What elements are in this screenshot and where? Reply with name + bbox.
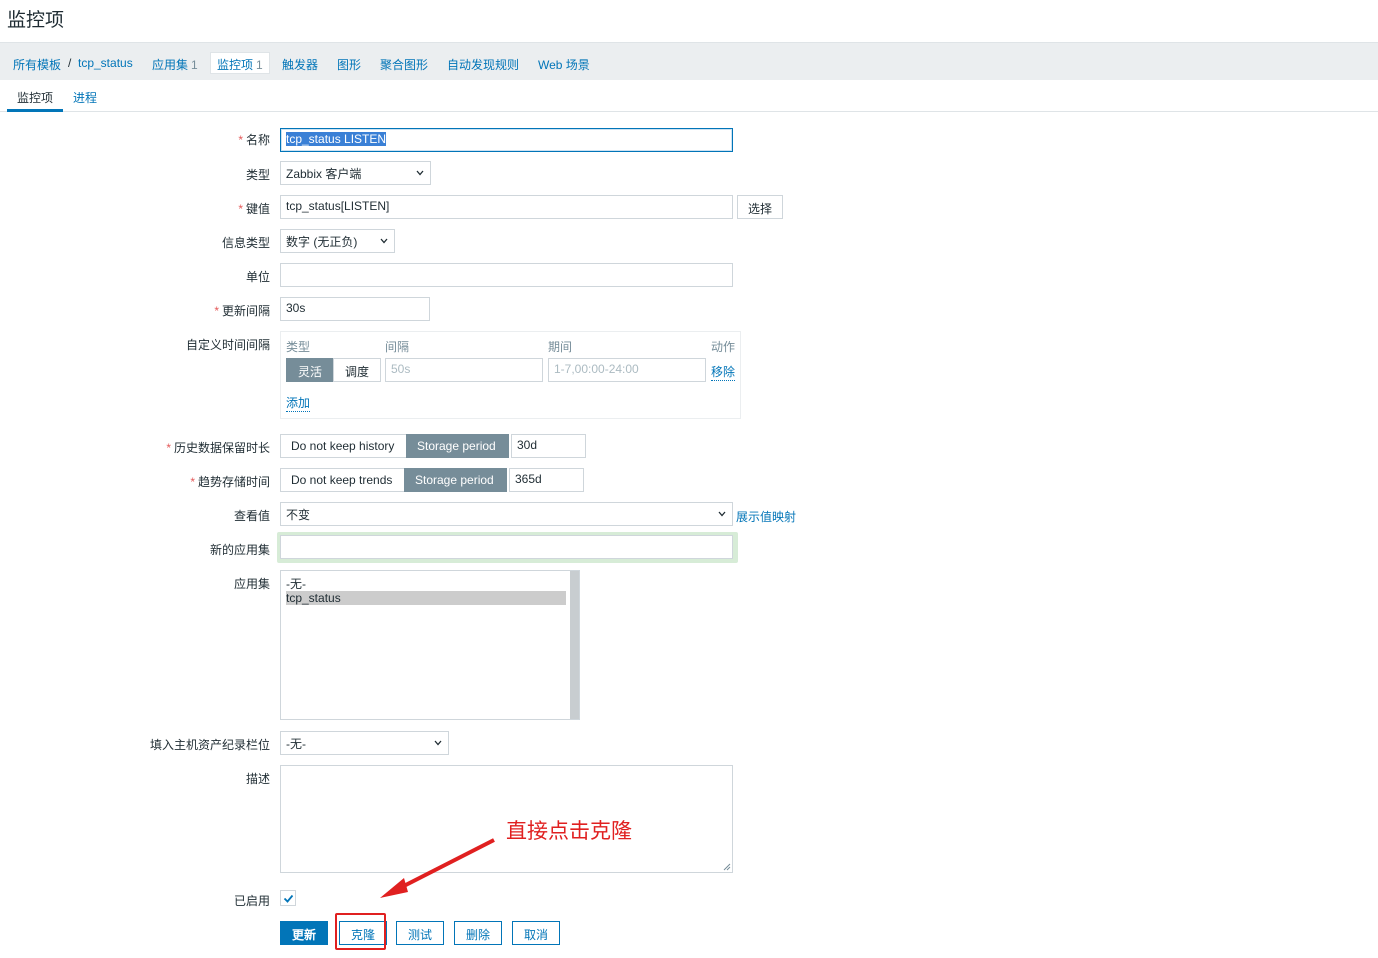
nav-all-templates[interactable]: 所有模板 <box>13 56 61 73</box>
tab-preprocessing[interactable]: 进程 <box>73 89 97 106</box>
listbox-scrollbar[interactable] <box>570 571 579 719</box>
applications-label: 应用集 <box>233 577 270 591</box>
delete-button[interactable]: 删除 <box>454 921 503 945</box>
chevron-down-icon <box>434 740 442 746</box>
key-select-button[interactable]: 选择 <box>737 195 784 219</box>
chevron-down-icon <box>718 511 726 517</box>
nav-applications[interactable]: 应用集 1 <box>152 56 198 73</box>
key-label: * 键值 <box>238 202 270 216</box>
new-app-input[interactable] <box>280 535 733 559</box>
flexible-toggle[interactable]: 灵活 <box>286 358 334 382</box>
history-label: * 历史数据保留时长 <box>166 441 270 455</box>
nav-web-scenarios[interactable]: Web 场景 <box>538 56 590 73</box>
units-input[interactable] <box>280 263 733 287</box>
update-button[interactable]: 更新 <box>280 921 329 945</box>
trends-storage-toggle[interactable]: Storage period <box>404 468 507 492</box>
trends-no-keep-toggle[interactable]: Do not keep trends <box>280 468 405 492</box>
enabled-label: 已启用 <box>233 894 270 908</box>
col-type-header: 类型 <box>286 340 311 354</box>
chevron-down-icon <box>380 238 388 244</box>
trends-label: * 趋势存储时间 <box>190 475 270 489</box>
custom-intervals-label: 自定义时间间隔 <box>185 338 270 352</box>
description-label: 描述 <box>245 772 270 786</box>
annotation-text: 直接点击克隆 <box>506 820 632 843</box>
nav-template[interactable]: tcp_status <box>78 56 133 70</box>
key-input[interactable]: tcp_status[LISTEN] <box>280 195 733 219</box>
type-select[interactable]: Zabbix 客户端 <box>280 161 431 185</box>
breadcrumb-separator: / <box>68 56 72 70</box>
history-period-input[interactable]: 30d <box>511 434 586 458</box>
info-type-label: 信息类型 <box>221 236 270 250</box>
add-interval-link[interactable]: 添加 <box>286 394 311 412</box>
page-title: 监控项 <box>7 10 65 31</box>
enabled-checkbox[interactable] <box>280 890 296 906</box>
valuemap-label: 查看值 <box>233 509 270 523</box>
name-input[interactable]: tcp_status LISTEN <box>280 128 733 152</box>
custom-intervals-table: 类型 间隔 期间 动作 灵活 调度 50s 1-7,00:00-24:00 移除… <box>280 331 741 419</box>
interval-input[interactable]: 50s <box>385 358 543 382</box>
nav-items[interactable]: 监控项 1 <box>210 52 270 74</box>
nav-screens[interactable]: 聚合图形 <box>380 56 428 73</box>
breadcrumb-nav: 所有模板 / tcp_status 应用集 1 监控项 1 触发器 图形 聚合图形 … <box>0 42 1378 80</box>
update-interval-input[interactable]: 30s <box>280 297 430 321</box>
annotation-arrow-icon <box>380 838 495 898</box>
period-input[interactable]: 1-7,00:00-24:00 <box>548 358 706 382</box>
col-period-header: 期间 <box>548 340 573 354</box>
update-interval-label: * 更新间隔 <box>214 304 270 318</box>
trends-period-input[interactable]: 365d <box>509 468 584 492</box>
col-action-header: 动作 <box>711 340 736 354</box>
nav-triggers[interactable]: 触发器 <box>282 56 318 73</box>
application-option-selected[interactable]: tcp_status <box>286 591 566 605</box>
show-valuemaps-link[interactable]: 展示值映射 <box>736 508 796 525</box>
col-interval-header: 间隔 <box>385 340 410 354</box>
name-label: * 名称 <box>238 133 270 147</box>
form-tabs: 监控项 进程 <box>0 80 1378 112</box>
units-label: 单位 <box>245 270 270 284</box>
remove-interval-link[interactable]: 移除 <box>711 363 736 381</box>
type-label: 类型 <box>245 168 270 182</box>
test-button[interactable]: 测试 <box>396 921 445 945</box>
tab-item[interactable]: 监控项 <box>17 89 53 106</box>
resize-handle-icon[interactable] <box>723 863 731 871</box>
valuemap-select[interactable]: 不变 <box>280 502 733 526</box>
inventory-label: 填入主机资产纪录栏位 <box>149 738 270 752</box>
cancel-button[interactable]: 取消 <box>512 921 561 945</box>
new-app-label: 新的应用集 <box>209 543 270 557</box>
history-no-keep-toggle[interactable]: Do not keep history <box>280 434 407 458</box>
nav-discovery[interactable]: 自动发现规则 <box>447 56 519 73</box>
applications-listbox[interactable]: -无- tcp_status <box>280 570 580 720</box>
chevron-down-icon <box>416 170 424 176</box>
scheduling-toggle[interactable]: 调度 <box>333 358 381 382</box>
info-type-select[interactable]: 数字 (无正负) <box>280 229 395 253</box>
history-storage-toggle[interactable]: Storage period <box>406 434 509 458</box>
nav-graphs[interactable]: 图形 <box>337 56 361 73</box>
clone-highlight-box <box>335 913 386 950</box>
inventory-select[interactable]: -无- <box>280 731 449 755</box>
active-tab-indicator <box>7 109 63 112</box>
application-option[interactable]: -无- <box>286 577 566 591</box>
checkmark-icon <box>283 894 294 903</box>
